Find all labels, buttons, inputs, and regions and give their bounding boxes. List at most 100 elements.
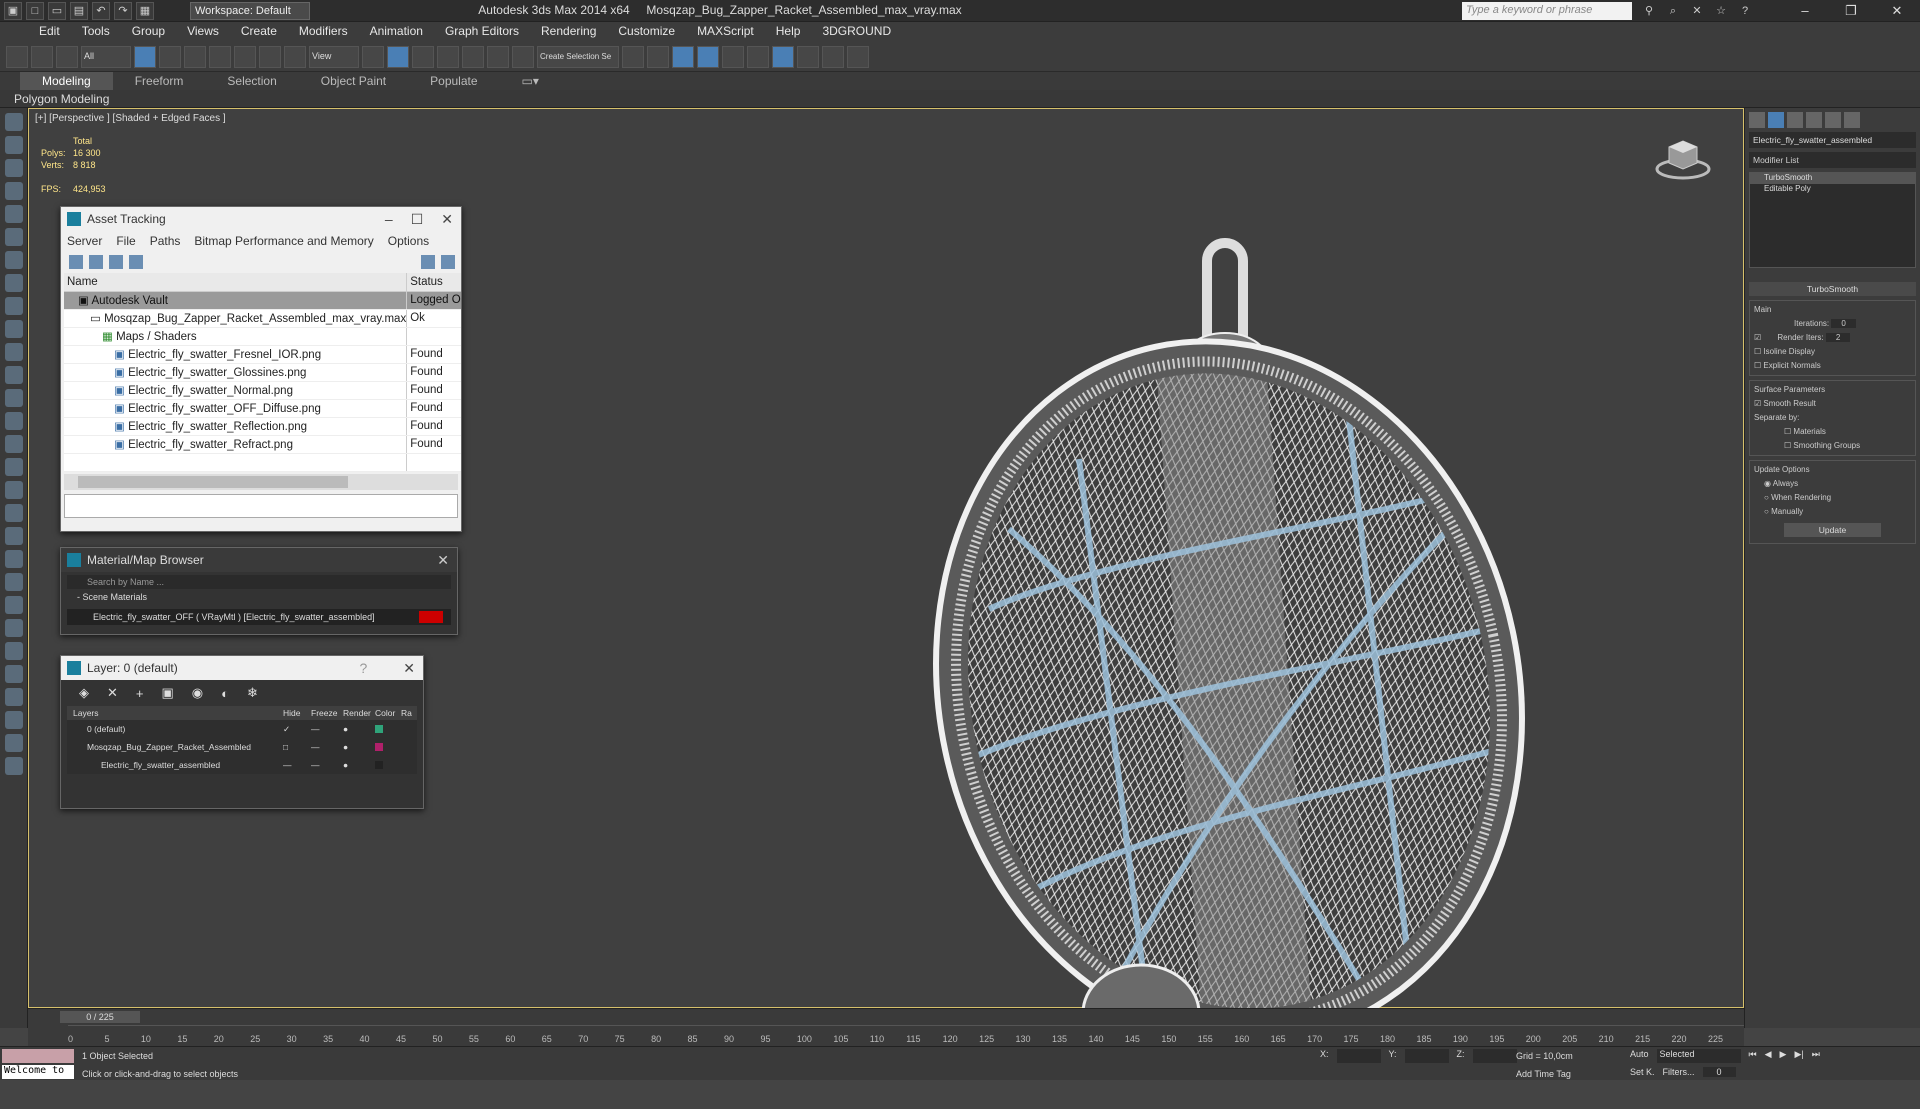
utilities-tab-icon[interactable] [1844, 112, 1860, 128]
layer-color-swatch[interactable] [375, 743, 383, 751]
stack-item-editable-poly[interactable]: Editable Poly [1750, 184, 1915, 195]
select-objects-icon[interactable]: ▣ [162, 685, 174, 701]
menu-paths[interactable]: Paths [150, 234, 181, 248]
col-radiosity[interactable]: Ra [401, 706, 412, 720]
menu-rendering[interactable]: Rendering [530, 22, 607, 42]
col-hide[interactable]: Hide [283, 706, 311, 720]
material-search-input[interactable]: Search by Name ... [67, 575, 451, 589]
polygon-modeling-panel[interactable]: Polygon Modeling [14, 92, 109, 106]
menu-server[interactable]: Server [67, 234, 102, 248]
tool-icon[interactable] [5, 688, 23, 706]
scale-icon[interactable] [284, 46, 306, 68]
tab-populate[interactable]: Populate [408, 72, 499, 90]
percent-snap-icon[interactable] [462, 46, 484, 68]
snaps-toggle-icon[interactable] [412, 46, 434, 68]
menu-options[interactable]: Options [388, 234, 429, 248]
close-button[interactable]: ✕ [1874, 0, 1920, 22]
curve-editor-icon[interactable] [722, 46, 744, 68]
table-row[interactable]: ▦ Maps / Shaders [64, 327, 461, 346]
window-crossing-icon[interactable] [209, 46, 231, 68]
motion-tab-icon[interactable] [1806, 112, 1822, 128]
favorites-icon[interactable]: ☆ [1712, 2, 1730, 20]
tab-modeling[interactable]: Modeling [20, 72, 113, 90]
tool-icon[interactable] [5, 159, 23, 177]
render-iters-spinner[interactable]: 2 [1825, 333, 1851, 342]
time-slider[interactable]: 0 / 225 [60, 1011, 140, 1023]
rotate-icon[interactable] [259, 46, 281, 68]
minimize-button[interactable]: – [1782, 0, 1828, 22]
graphite-toggle-icon[interactable] [697, 46, 719, 68]
tool-icon[interactable] [5, 642, 23, 660]
communication-center-icon[interactable]: ✕ [1688, 2, 1706, 20]
named-selection-dropdown[interactable]: Create Selection Se [537, 46, 619, 68]
edit-named-selection-icon[interactable] [512, 46, 534, 68]
maximize-icon[interactable]: ☐ [411, 211, 424, 228]
col-render[interactable]: Render [343, 706, 375, 720]
render-teapot-icon[interactable]: ● [343, 738, 375, 756]
menu-views[interactable]: Views [176, 22, 230, 42]
x-coordinate-field[interactable] [1336, 1049, 1381, 1063]
minimize-icon[interactable]: – [385, 211, 393, 227]
update-button[interactable]: Update [1784, 523, 1881, 537]
menu-maxscript[interactable]: MAXScript [686, 22, 765, 42]
tool-icon[interactable] [5, 665, 23, 683]
unlink-icon[interactable] [31, 46, 53, 68]
turbosmooth-rollout[interactable]: TurboSmooth [1749, 282, 1916, 296]
angle-snap-icon[interactable] [437, 46, 459, 68]
freeze-all-icon[interactable]: ❄ [247, 685, 258, 701]
layer-row[interactable]: Electric_fly_swatter_assembled — — ● [67, 756, 417, 774]
close-icon[interactable]: ✕ [403, 660, 415, 677]
rectangular-selection-icon[interactable] [184, 46, 206, 68]
tool-icon[interactable] [5, 205, 23, 223]
track-bar[interactable]: 0 5 10 15 20 25 30 35 40 45 50 55 60 65 70 75 80 85 90 95 10… [68, 1025, 1744, 1047]
path-field[interactable] [64, 493, 458, 518]
schematic-view-icon[interactable] [747, 46, 769, 68]
go-to-end-icon[interactable]: ⏭ [1812, 1049, 1820, 1063]
tool-icon[interactable] [5, 136, 23, 154]
horizontal-scrollbar[interactable] [64, 473, 458, 490]
menu-animation[interactable]: Animation [359, 22, 434, 42]
col-freeze[interactable]: Freeze [311, 706, 343, 720]
highlight-layer-icon[interactable]: ◉ [192, 685, 203, 701]
add-time-tag[interactable]: Add Time Tag [1516, 1069, 1571, 1079]
viewcube-icon[interactable] [1653, 133, 1713, 183]
display-tab-icon[interactable] [1825, 112, 1841, 128]
freeze-toggle[interactable]: — [311, 756, 343, 774]
table-row[interactable]: ▭ Mosqzap_Bug_Zapper_Racket_Assembled_ma… [64, 309, 461, 328]
help-icon[interactable] [5, 757, 23, 775]
iterations-spinner[interactable]: 0 [1831, 319, 1856, 328]
bind-space-warp-icon[interactable] [56, 46, 78, 68]
table-row[interactable]: ▣ Electric_fly_swatter_Normal.png Found [64, 381, 461, 400]
tool-icon[interactable] [5, 274, 23, 292]
table-row[interactable]: ▣ Autodesk Vault Logged O [64, 291, 461, 310]
layer-color-swatch[interactable] [375, 761, 383, 769]
explicit-normals-checkbox[interactable]: ☐ [1754, 361, 1761, 370]
smooth-result-checkbox[interactable]: ☑ [1754, 399, 1761, 408]
binoculars-icon[interactable]: ⚲ [1640, 2, 1658, 20]
tree-view-icon[interactable] [109, 255, 123, 269]
auto-key-button[interactable]: Auto [1630, 1049, 1649, 1063]
add-to-layer-icon[interactable]: + [136, 686, 144, 701]
table-row[interactable]: ▣ Electric_fly_swatter_Reflection.png Fou… [64, 417, 461, 436]
viewport-label[interactable]: [+] [Perspective ] [Shaded + Edged Faces… [35, 113, 226, 124]
key-filters-button[interactable]: Filters... [1663, 1067, 1695, 1077]
ribbon-options-icon[interactable]: ▭▾ [500, 72, 561, 90]
reference-coordinate-dropdown[interactable]: View [309, 46, 359, 68]
key-mode-dropdown[interactable]: Selected [1656, 1049, 1741, 1063]
column-status[interactable]: Status [406, 273, 461, 292]
options-icon[interactable] [441, 255, 455, 269]
close-icon[interactable]: ✕ [437, 552, 449, 569]
align-icon[interactable] [647, 46, 669, 68]
scrollbar-thumb[interactable] [78, 475, 348, 488]
menu-3dground[interactable]: 3DGROUND [811, 22, 902, 42]
tool-icon[interactable] [5, 297, 23, 315]
asset-tracking-titlebar[interactable]: Asset Tracking – ☐ ✕ [61, 207, 461, 231]
tool-icon[interactable] [5, 228, 23, 246]
tab-freeform[interactable]: Freeform [113, 72, 206, 90]
selection-filter-dropdown[interactable]: All [81, 46, 131, 68]
pivot-center-icon[interactable] [362, 46, 384, 68]
tool-icon[interactable] [5, 343, 23, 361]
menu-graph-editors[interactable]: Graph Editors [434, 22, 530, 42]
tool-icon[interactable] [5, 251, 23, 269]
hide-all-icon[interactable]: ◐ [221, 686, 229, 701]
